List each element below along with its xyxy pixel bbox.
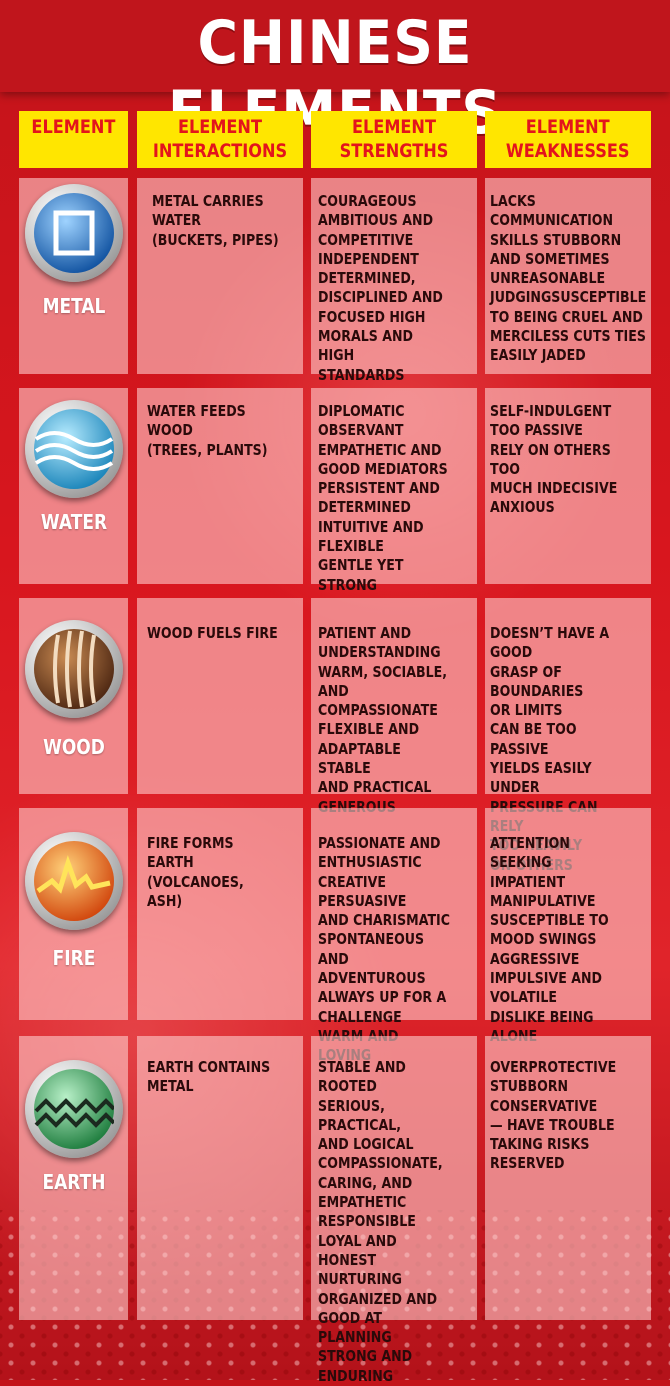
weaknesses-text-metal: LACKS COMMUNICATION SKILLS STUBBORN AND … (490, 192, 647, 365)
weaknesses-cell-metal: LACKS COMMUNICATION SKILLS STUBBORN AND … (485, 178, 651, 374)
title-banner: CHINESE ELEMENTS (0, 0, 670, 148)
header-strengths: ELEMENT STRENGTHS (311, 111, 477, 168)
fire-icon (25, 832, 123, 930)
wood-icon (25, 620, 123, 718)
water-icon (25, 400, 123, 498)
strengths-text-wood: PATIENT AND UNDERSTANDING WARM, SOCIABLE… (318, 624, 448, 816)
interaction-cell-wood: WOOD FUELS FIRE (137, 598, 303, 794)
weaknesses-cell-wood: DOESN’T HAVE A GOOD GRASP OF BOUNDARIES … (485, 598, 651, 874)
strengths-text-earth: STABLE AND ROOTED SERIOUS, PRACTICAL, AN… (318, 1058, 443, 1385)
interaction-text-earth: EARTH CONTAINS METAL (147, 1058, 271, 1096)
interaction-text-wood: WOOD FUELS FIRE (147, 624, 278, 642)
element-name-wood: WOOD (43, 735, 105, 759)
element-name-earth: EARTH (42, 1170, 106, 1194)
weaknesses-text-water: SELF-INDULGENT TOO PASSIVE RELY ON OTHER… (490, 402, 618, 517)
strengths-text-fire: PASSIONATE AND ENTHUSIASTIC CREATIVE PER… (318, 834, 450, 1064)
element-cell-earth: EARTH (19, 1036, 128, 1320)
strengths-cell-wood: PATIENT AND UNDERSTANDING WARM, SOCIABLE… (311, 598, 477, 816)
interaction-cell-water: WATER FEEDS WOOD (TREES, PLANTS) (137, 388, 303, 584)
strengths-cell-metal: COURAGEOUS AMBITIOUS AND COMPETITIVE IND… (311, 178, 477, 384)
strengths-cell-fire: PASSIONATE AND ENTHUSIASTIC CREATIVE PER… (311, 808, 477, 1064)
element-cell-fire: FIRE (19, 808, 128, 1020)
weaknesses-text-earth: OVERPROTECTIVE STUBBORN CONSERVATIVE — H… (490, 1058, 617, 1173)
strengths-cell-earth: STABLE AND ROOTED SERIOUS, PRACTICAL, AN… (311, 1036, 477, 1385)
header-weaknesses-label: ELEMENT WEAKNESSES (506, 116, 630, 162)
header-interactions: ELEMENT INTERACTIONS (137, 111, 303, 168)
strengths-text-water: DIPLOMATIC OBSERVANT EMPATHETIC AND GOOD… (318, 402, 448, 594)
header-element: ELEMENT (19, 111, 128, 168)
element-cell-water: WATER (19, 388, 128, 584)
element-cell-metal: METAL (19, 178, 128, 374)
element-name-fire: FIRE (52, 946, 96, 970)
interaction-cell-earth: EARTH CONTAINS METAL (137, 1036, 303, 1320)
weaknesses-cell-earth: OVERPROTECTIVE STUBBORN CONSERVATIVE — H… (485, 1036, 651, 1320)
strengths-text-metal: COURAGEOUS AMBITIOUS AND COMPETITIVE IND… (318, 192, 443, 384)
element-cell-wood: WOOD (19, 598, 128, 794)
weaknesses-cell-fire: ATTENTION SEEKING IMPATIENT MANIPULATIVE… (485, 808, 651, 1045)
earth-icon (25, 1060, 123, 1158)
metal-icon (25, 184, 123, 282)
interaction-text-fire: FIRE FORMS EARTH (VOLCANOES, ASH) (147, 834, 244, 910)
header-strengths-label: ELEMENT STRENGTHS (339, 116, 449, 162)
interaction-text-water: WATER FEEDS WOOD (TREES, PLANTS) (147, 402, 268, 459)
element-name-water: WATER (40, 510, 108, 534)
header-element-label: ELEMENT (31, 116, 116, 138)
element-name-metal: METAL (42, 294, 106, 318)
strengths-cell-water: DIPLOMATIC OBSERVANT EMPATHETIC AND GOOD… (311, 388, 477, 594)
weaknesses-text-fire: ATTENTION SEEKING IMPATIENT MANIPULATIVE… (490, 834, 609, 1045)
weaknesses-cell-water: SELF-INDULGENT TOO PASSIVE RELY ON OTHER… (485, 388, 651, 584)
interaction-cell-fire: FIRE FORMS EARTH (VOLCANOES, ASH) (137, 808, 303, 1020)
interaction-cell-metal: METAL CARRIES WATER (BUCKETS, PIPES) (137, 178, 303, 374)
header-weaknesses: ELEMENT WEAKNESSES (485, 111, 651, 168)
interaction-text-metal: METAL CARRIES WATER (BUCKETS, PIPES) (152, 192, 279, 249)
header-interactions-label: ELEMENT INTERACTIONS (152, 116, 288, 162)
